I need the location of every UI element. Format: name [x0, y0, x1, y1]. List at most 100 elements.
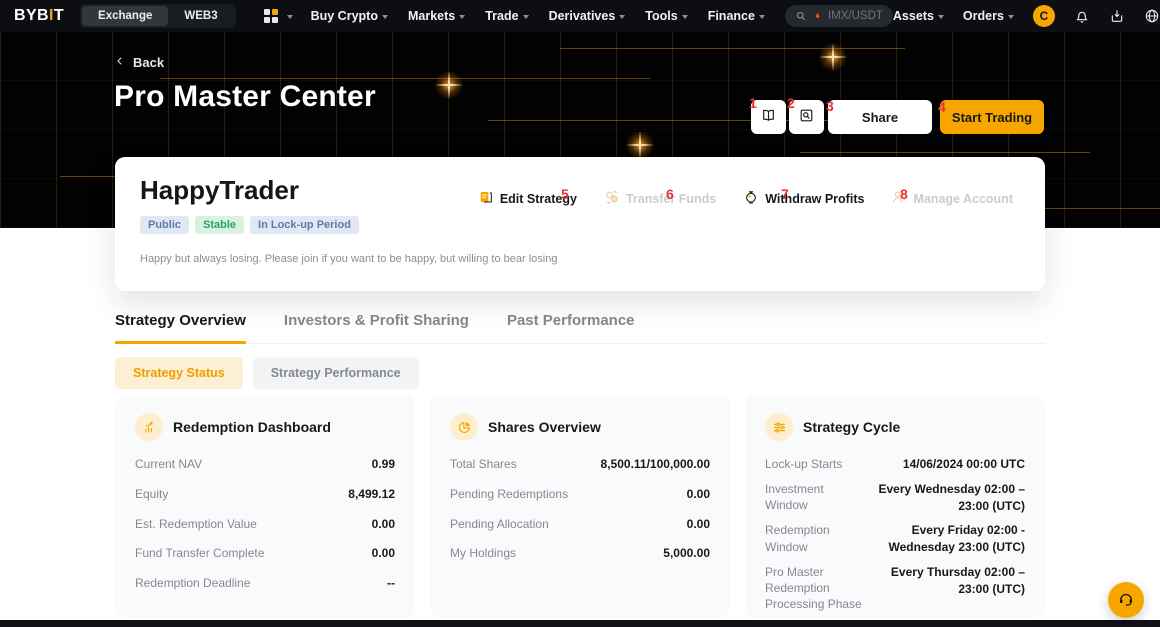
download-app-icon[interactable] — [1109, 8, 1125, 24]
book-icon — [760, 107, 777, 127]
stat-row: Redemption Deadline-- — [135, 575, 395, 592]
card-rows: Current NAV0.99 Equity8,499.12 Est. Rede… — [135, 456, 395, 592]
edit-document-icon — [478, 189, 494, 208]
circuit-line — [160, 78, 650, 79]
status-badge-public: Public — [140, 216, 189, 234]
annotation-6: 6 — [666, 187, 674, 201]
withdraw-profits-button[interactable]: Withdraw Profits — [743, 189, 864, 208]
strategy-actions: Edit Strategy Transfer Funds Withdraw Pr… — [478, 189, 1013, 208]
nav-buy-crypto[interactable]: Buy Crypto — [311, 9, 388, 23]
avatar[interactable]: C — [1033, 5, 1055, 27]
tab-investors-profit-sharing[interactable]: Investors & Profit Sharing — [284, 312, 469, 343]
annotation-8: 8 — [900, 187, 908, 201]
share-button[interactable]: Share — [828, 100, 932, 134]
nav-markets[interactable]: Markets — [408, 9, 465, 23]
stat-row: Total Shares8,500.11/100,000.00 — [450, 456, 710, 473]
nav-trade[interactable]: Trade — [485, 9, 528, 23]
nav-derivatives[interactable]: Derivatives — [549, 9, 626, 23]
chevron-down-icon — [938, 15, 944, 19]
withdraw-coin-icon — [743, 189, 759, 208]
stat-row: Redemption WindowEvery Friday 02:00 - We… — [765, 522, 1025, 556]
nav-finance[interactable]: Finance — [708, 9, 765, 23]
status-badge-lockup: In Lock-up Period — [250, 216, 359, 234]
transfer-funds-button[interactable]: Transfer Funds — [604, 189, 716, 208]
sliders-icon — [765, 413, 793, 441]
chevron-down-icon — [759, 15, 765, 19]
navbar-right: Assets Orders C — [893, 5, 1160, 27]
headset-icon — [1117, 590, 1135, 611]
top-navbar: BYBIT Exchange WEB3 Buy Crypto Markets T… — [0, 0, 1160, 32]
stat-row: Equity8,499.12 — [135, 486, 395, 503]
stat-cards-row: Redemption Dashboard Current NAV0.99 Equ… — [115, 395, 1045, 618]
nav-orders[interactable]: Orders — [963, 9, 1014, 23]
notifications-bell-icon[interactable] — [1074, 8, 1090, 24]
sparkle-decoration — [818, 42, 848, 72]
chevron-down-icon — [382, 15, 388, 19]
chevron-down-icon — [619, 15, 625, 19]
chevron-down-icon — [1008, 15, 1014, 19]
main-tabs: Strategy Overview Investors & Profit Sha… — [115, 312, 1045, 344]
language-globe-icon[interactable] — [1144, 8, 1160, 24]
search-icon — [795, 10, 807, 22]
stat-row: My Holdings5,000.00 — [450, 545, 710, 562]
flame-icon — [812, 10, 823, 23]
start-trading-button[interactable]: Start Trading — [940, 100, 1044, 134]
footer-strip — [0, 620, 1160, 627]
transfer-coins-icon — [604, 189, 620, 208]
subtab-strategy-status[interactable]: Strategy Status — [115, 357, 243, 389]
chevron-down-icon — [523, 15, 529, 19]
chevron-left-icon — [115, 55, 125, 70]
circuit-line — [800, 152, 1090, 153]
shares-overview-card: Shares Overview Total Shares8,500.11/100… — [430, 395, 730, 618]
card-title: Strategy Cycle — [803, 419, 900, 435]
tab-web3[interactable]: WEB3 — [168, 6, 233, 26]
product-toggle: Exchange WEB3 — [80, 4, 236, 28]
search-placeholder: IMX/USDT — [828, 10, 883, 22]
nav-tools[interactable]: Tools — [645, 9, 687, 23]
nav-assets[interactable]: Assets — [893, 9, 944, 23]
tab-past-performance[interactable]: Past Performance — [507, 312, 635, 343]
circuit-line — [560, 48, 905, 49]
stat-row: Pending Redemptions0.00 — [450, 486, 710, 503]
redemption-dashboard-card: Redemption Dashboard Current NAV0.99 Equ… — [115, 395, 415, 618]
strategy-profile-card: HappyTrader Public Stable In Lock-up Per… — [115, 157, 1045, 291]
card-title: Redemption Dashboard — [173, 419, 331, 435]
stat-row: Est. Redemption Value0.00 — [135, 516, 395, 533]
preview-magnifier-icon — [798, 107, 815, 127]
annotation-4: 4 — [938, 100, 946, 114]
card-rows: Lock-up Starts14/06/2024 00:00 UTC Inves… — [765, 456, 1025, 627]
chart-up-icon — [135, 413, 163, 441]
page-title: Pro Master Center — [114, 80, 376, 114]
strategy-description: Happy but always losing. Please join if … — [140, 253, 557, 265]
apps-grid-menu[interactable] — [264, 9, 293, 23]
apps-grid-icon — [264, 9, 278, 23]
search-input[interactable]: IMX/USDT — [785, 5, 893, 27]
sparkle-decoration — [434, 70, 464, 100]
annotation-7: 7 — [781, 187, 789, 201]
stat-row: Fund Transfer Complete0.00 — [135, 545, 395, 562]
back-button[interactable]: Back — [115, 55, 164, 70]
badges-row: Public Stable In Lock-up Period — [140, 216, 359, 234]
subtab-strategy-performance[interactable]: Strategy Performance — [253, 357, 419, 389]
tab-exchange[interactable]: Exchange — [82, 6, 168, 26]
support-button[interactable] — [1108, 582, 1144, 618]
annotation-1: 1 — [749, 96, 757, 110]
stat-row: Pending Allocation0.00 — [450, 516, 710, 533]
chevron-down-icon — [682, 15, 688, 19]
stat-row: Pro Master Redemption Processing PhaseEv… — [765, 564, 1025, 613]
sub-tabs: Strategy Status Strategy Performance — [115, 357, 419, 389]
chevron-down-icon — [459, 15, 465, 19]
stat-row: Investment WindowEvery Wednesday 02:00 –… — [765, 481, 1025, 515]
annotation-2: 2 — [787, 96, 795, 110]
tab-strategy-overview[interactable]: Strategy Overview — [115, 312, 246, 344]
stat-row: Current NAV0.99 — [135, 456, 395, 473]
chevron-down-icon — [287, 15, 293, 19]
status-badge-stable: Stable — [195, 216, 244, 234]
manage-account-button[interactable]: Manage Account — [891, 189, 1013, 208]
strategy-name: HappyTrader — [140, 175, 299, 206]
stat-row: Lock-up Starts14/06/2024 00:00 UTC — [765, 456, 1025, 473]
card-title: Shares Overview — [488, 419, 601, 435]
sparkle-decoration — [625, 130, 655, 160]
annotation-5: 5 — [561, 187, 569, 201]
bybit-logo[interactable]: BYBIT — [14, 7, 64, 25]
